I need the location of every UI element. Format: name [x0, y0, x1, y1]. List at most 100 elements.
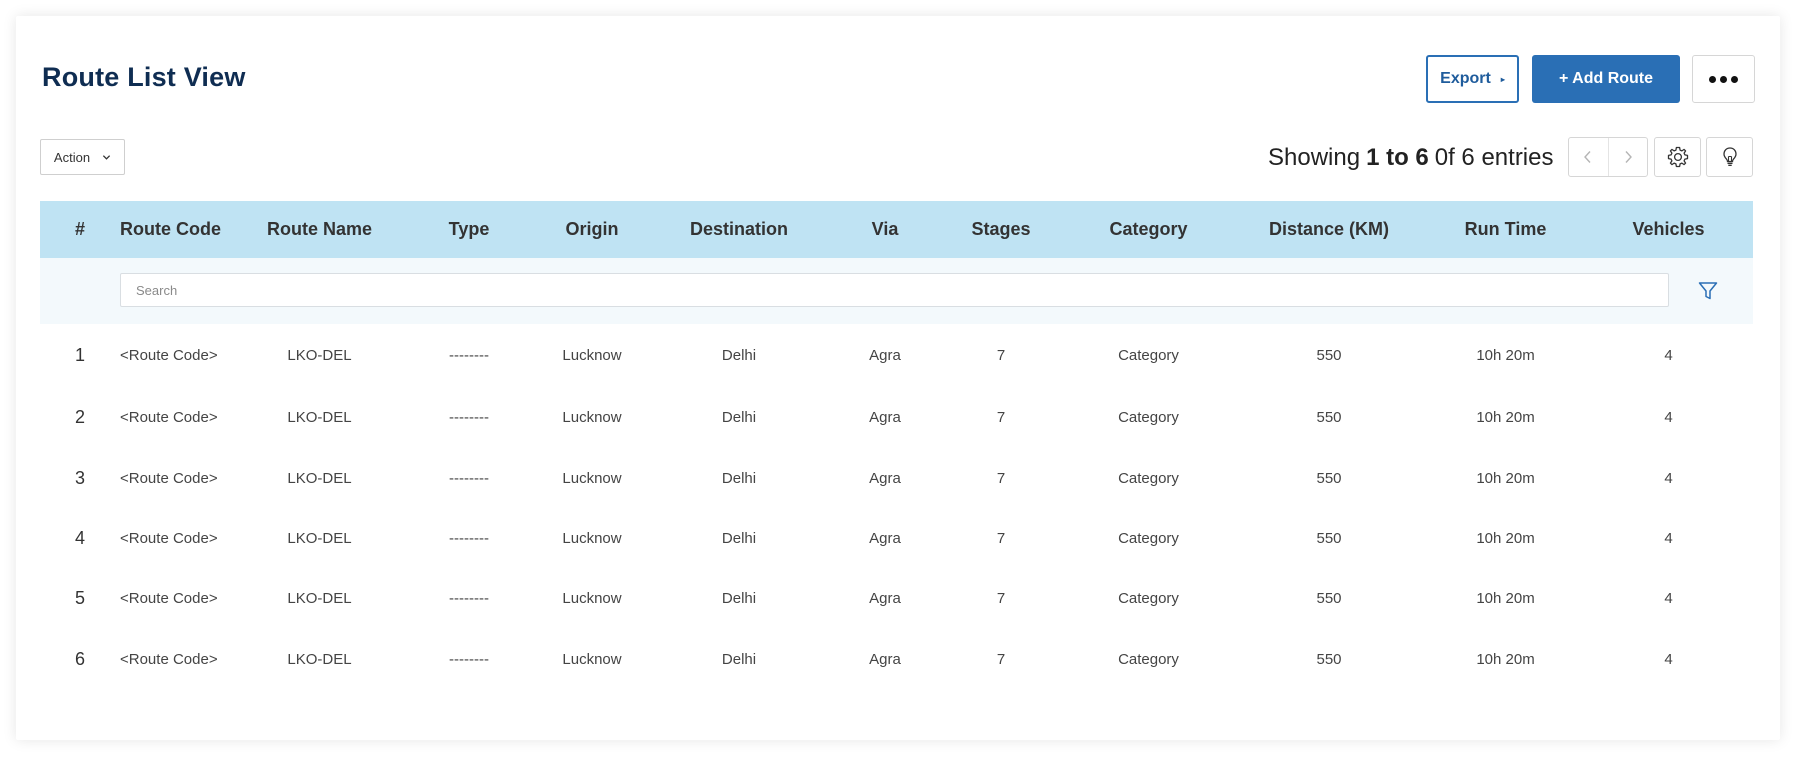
table-cell: 3 [74, 467, 85, 488]
chevron-left-icon [1584, 151, 1591, 163]
table-cell: 7 [996, 590, 1006, 607]
column-header[interactable]: Run Time [1427, 219, 1584, 240]
table-cell: LKO-DEL [287, 530, 352, 547]
pagination-controls [1568, 137, 1648, 177]
table-cell: Delhi [721, 590, 757, 607]
table-cell: <Route Code> [120, 650, 218, 668]
table-cell: 4 [1664, 409, 1673, 426]
column-header[interactable]: Vehicles [1584, 219, 1753, 240]
column-header[interactable]: Route Code [120, 219, 241, 240]
column-header[interactable]: Route Name [241, 219, 398, 240]
table-cell: -------- [449, 530, 489, 547]
lightbulb-icon [1722, 147, 1737, 166]
table-cell: -------- [449, 590, 489, 607]
chevron-down-icon [102, 154, 111, 160]
routes-table: # Route Code Route Name Type Origin Dest… [40, 201, 1753, 691]
table-body: 1 <Route Code> LKO-DEL -------- Lucknow Delhi… [40, 324, 1753, 691]
table-cell: Category [1118, 590, 1179, 607]
column-header[interactable]: Destination [644, 219, 834, 240]
table-cell: 10h 20m [1476, 650, 1535, 668]
table-cell: Category [1118, 530, 1179, 547]
table-cell: 550 [1316, 650, 1342, 668]
table-cell: LKO-DEL [287, 650, 352, 668]
table-cell: 2 [74, 407, 85, 427]
table-cell: <Route Code> [120, 530, 218, 547]
table-header: # Route Code Route Name Type Origin Dest… [40, 201, 1753, 258]
table-cell: Lucknow [562, 409, 622, 426]
table-cell: <Route Code> [120, 409, 218, 426]
table-cell: Category [1118, 346, 1179, 364]
table-cell: 550 [1316, 346, 1342, 364]
export-label: Export [1440, 70, 1491, 87]
table-row[interactable]: 5 <Route Code> LKO-DEL -------- Lucknow Delhi… [40, 570, 1753, 627]
table-cell: 550 [1316, 530, 1342, 547]
prev-page-button[interactable] [1569, 138, 1608, 176]
table-row[interactable]: 3 <Route Code> LKO-DEL -------- Lucknow Delhi… [40, 449, 1753, 507]
column-header[interactable]: Via [834, 219, 936, 240]
action-dropdown[interactable]: Action [40, 139, 125, 175]
table-cell: 4 [1664, 530, 1673, 547]
next-page-button[interactable] [1607, 138, 1648, 176]
table-row[interactable]: 1 <Route Code> LKO-DEL -------- Lucknow Delhi… [40, 324, 1753, 386]
column-header[interactable]: Category [1066, 219, 1231, 240]
table-cell: 10h 20m [1476, 409, 1535, 426]
chevron-right-icon [1625, 151, 1632, 163]
filter-button[interactable] [1697, 280, 1719, 302]
tips-button[interactable] [1706, 137, 1753, 177]
add-route-button[interactable]: + Add Route [1532, 55, 1680, 103]
entries-suffix: 0f 6 entries [1434, 144, 1554, 171]
table-cell: LKO-DEL [287, 409, 352, 426]
table-cell: 4 [1664, 650, 1673, 668]
table-cell: <Route Code> [120, 590, 218, 607]
table-cell: Lucknow [562, 650, 622, 668]
table-cell: Delhi [721, 346, 757, 364]
table-cell: <Route Code> [120, 469, 218, 487]
column-header[interactable]: Origin [540, 219, 644, 240]
table-cell: Agra [869, 469, 901, 487]
table-cell: Lucknow [562, 530, 622, 547]
table-row[interactable]: 4 <Route Code> LKO-DEL -------- Lucknow Delhi… [40, 507, 1753, 570]
table-cell: Delhi [721, 650, 757, 668]
table-cell: 10h 20m [1476, 469, 1535, 487]
table-cell: 7 [996, 650, 1006, 668]
table-cell: Agra [869, 590, 901, 607]
table-cell: -------- [449, 650, 489, 668]
table-cell: 1 [74, 344, 85, 365]
table-cell: LKO-DEL [287, 346, 352, 364]
caret-right-icon: ▸ [1500, 74, 1505, 84]
more-options-button[interactable] [1692, 55, 1755, 103]
column-header[interactable]: Distance (KM) [1231, 219, 1427, 240]
table-cell: LKO-DEL [287, 590, 352, 607]
table-cell: 4 [1664, 590, 1673, 607]
table-cell: Agra [869, 409, 901, 426]
table-cell: 10h 20m [1476, 346, 1535, 364]
table-cell: 550 [1316, 409, 1342, 426]
table-cell: 7 [996, 469, 1006, 487]
table-cell: 7 [996, 530, 1006, 547]
table-cell: Category [1118, 469, 1179, 487]
export-button[interactable]: Export ▸ [1426, 55, 1519, 103]
more-dots-icon [1709, 75, 1738, 83]
search-input[interactable] [120, 273, 1669, 307]
table-cell: Delhi [721, 409, 757, 426]
entries-range: 1 to 6 [1366, 144, 1429, 171]
table-cell: -------- [449, 409, 489, 426]
column-header[interactable]: Stages [936, 219, 1066, 240]
column-header[interactable]: Type [398, 219, 540, 240]
table-cell: 4 [1664, 469, 1673, 487]
table-row[interactable]: 6 <Route Code> LKO-DEL -------- Lucknow Delhi… [40, 627, 1753, 691]
filter-icon [1698, 282, 1718, 300]
table-row[interactable]: 2 <Route Code> LKO-DEL -------- Lucknow Delhi… [40, 386, 1753, 449]
table-cell: 7 [996, 409, 1006, 426]
table-cell: Agra [869, 530, 901, 547]
table-cell: Category [1118, 409, 1179, 426]
gear-icon [1667, 146, 1688, 168]
settings-button[interactable] [1654, 137, 1701, 177]
table-cell: Lucknow [562, 469, 622, 487]
table-cell: Delhi [721, 530, 757, 547]
page-title: Route List View [42, 62, 246, 92]
table-cell: 5 [74, 588, 85, 608]
table-cell: 4 [74, 528, 85, 548]
table-cell: 4 [1664, 346, 1673, 364]
column-header[interactable]: # [40, 219, 120, 240]
